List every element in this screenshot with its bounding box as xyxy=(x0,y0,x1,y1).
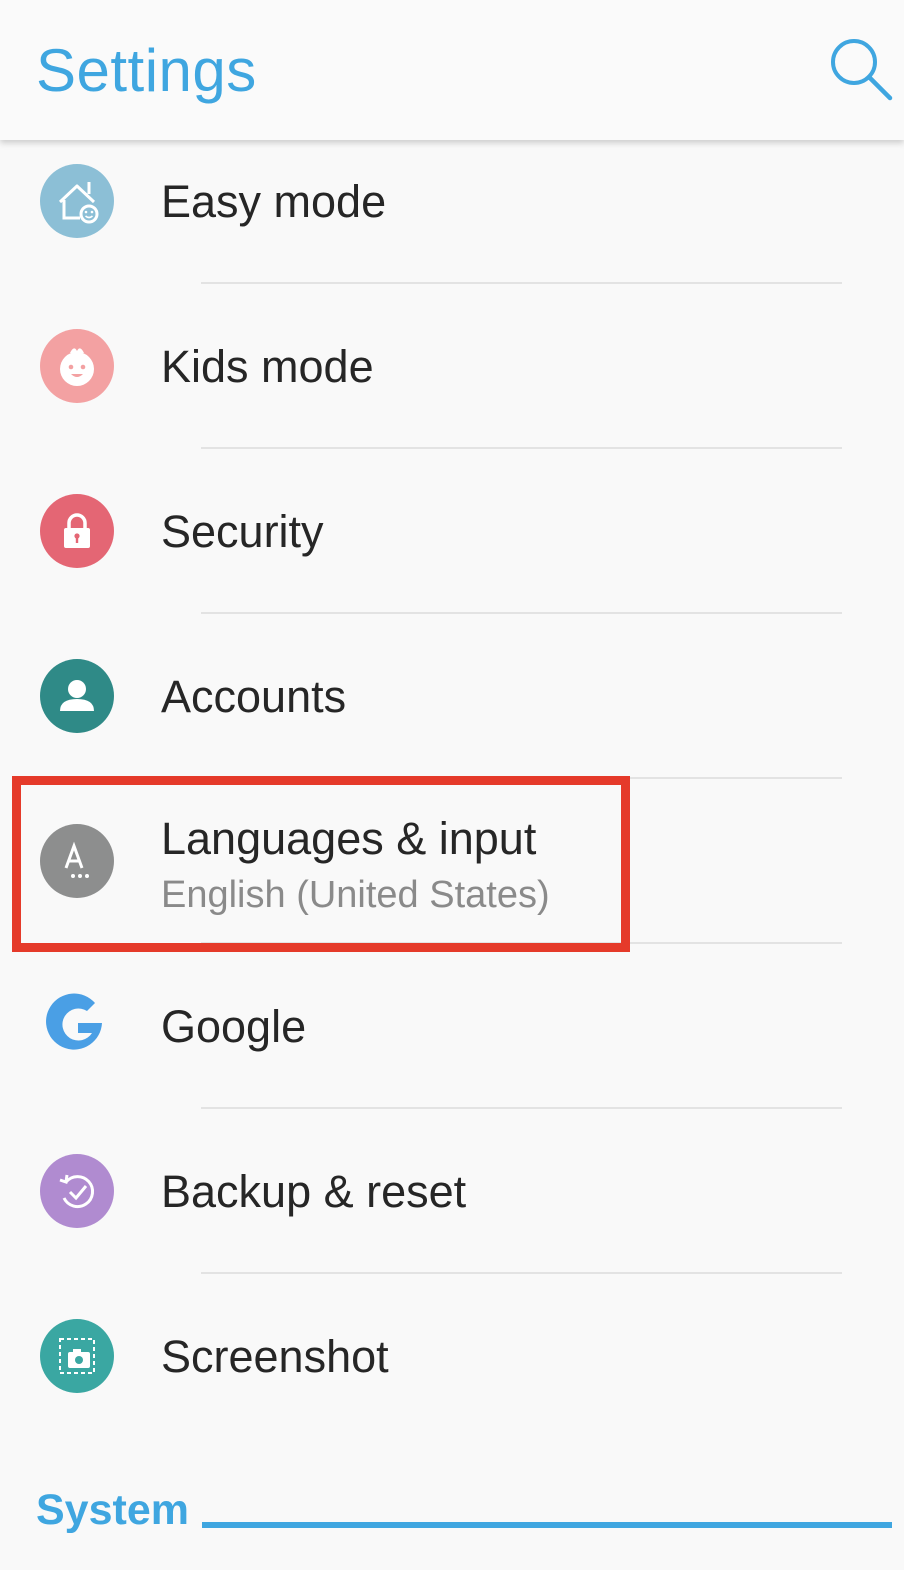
settings-item-google[interactable]: Google xyxy=(0,965,904,1130)
settings-item-label: Security xyxy=(161,506,324,557)
settings-item-accounts[interactable]: Accounts xyxy=(0,635,904,800)
settings-item-label: Languages & input xyxy=(161,813,537,864)
settings-item-easy-mode[interactable]: Easy mode xyxy=(0,140,904,305)
settings-item-label: Accounts xyxy=(161,671,347,722)
settings-item-kids-mode[interactable]: Kids mode xyxy=(0,305,904,470)
settings-item-label: Backup & reset xyxy=(161,1166,467,1217)
section-header-system: System xyxy=(36,1486,189,1534)
settings-item-label: Screenshot xyxy=(161,1331,389,1382)
settings-item-label: Easy mode xyxy=(161,176,387,227)
settings-item-screenshot[interactable]: Screenshot xyxy=(0,1295,904,1460)
easy-mode-house-icon xyxy=(40,164,114,238)
settings-item-sublabel: English (United States) xyxy=(161,874,550,916)
settings-item-backup-reset[interactable]: Backup & reset xyxy=(0,1130,904,1295)
settings-item-security[interactable]: Security xyxy=(0,470,904,635)
language-icon xyxy=(40,824,114,898)
lock-icon xyxy=(40,494,114,568)
divider xyxy=(201,447,842,449)
divider xyxy=(201,942,842,944)
page-title: Settings xyxy=(36,37,257,104)
search-button[interactable] xyxy=(826,34,896,104)
divider xyxy=(201,282,842,284)
backup-icon xyxy=(40,1154,114,1228)
divider xyxy=(201,1107,842,1109)
kid-face-icon xyxy=(40,329,114,403)
search-icon xyxy=(831,39,893,101)
settings-item-languages-input[interactable]: Languages & input English (United States… xyxy=(0,800,904,965)
settings-item-label: Kids mode xyxy=(161,341,374,392)
divider xyxy=(201,777,842,779)
divider xyxy=(201,612,842,614)
person-icon xyxy=(40,659,114,733)
section-divider xyxy=(202,1522,892,1528)
google-g-icon xyxy=(40,989,114,1063)
divider xyxy=(201,1272,842,1274)
settings-item-label: Google xyxy=(161,1001,307,1052)
screenshot-camera-icon xyxy=(40,1319,114,1393)
app-bar: Settings xyxy=(0,0,904,140)
